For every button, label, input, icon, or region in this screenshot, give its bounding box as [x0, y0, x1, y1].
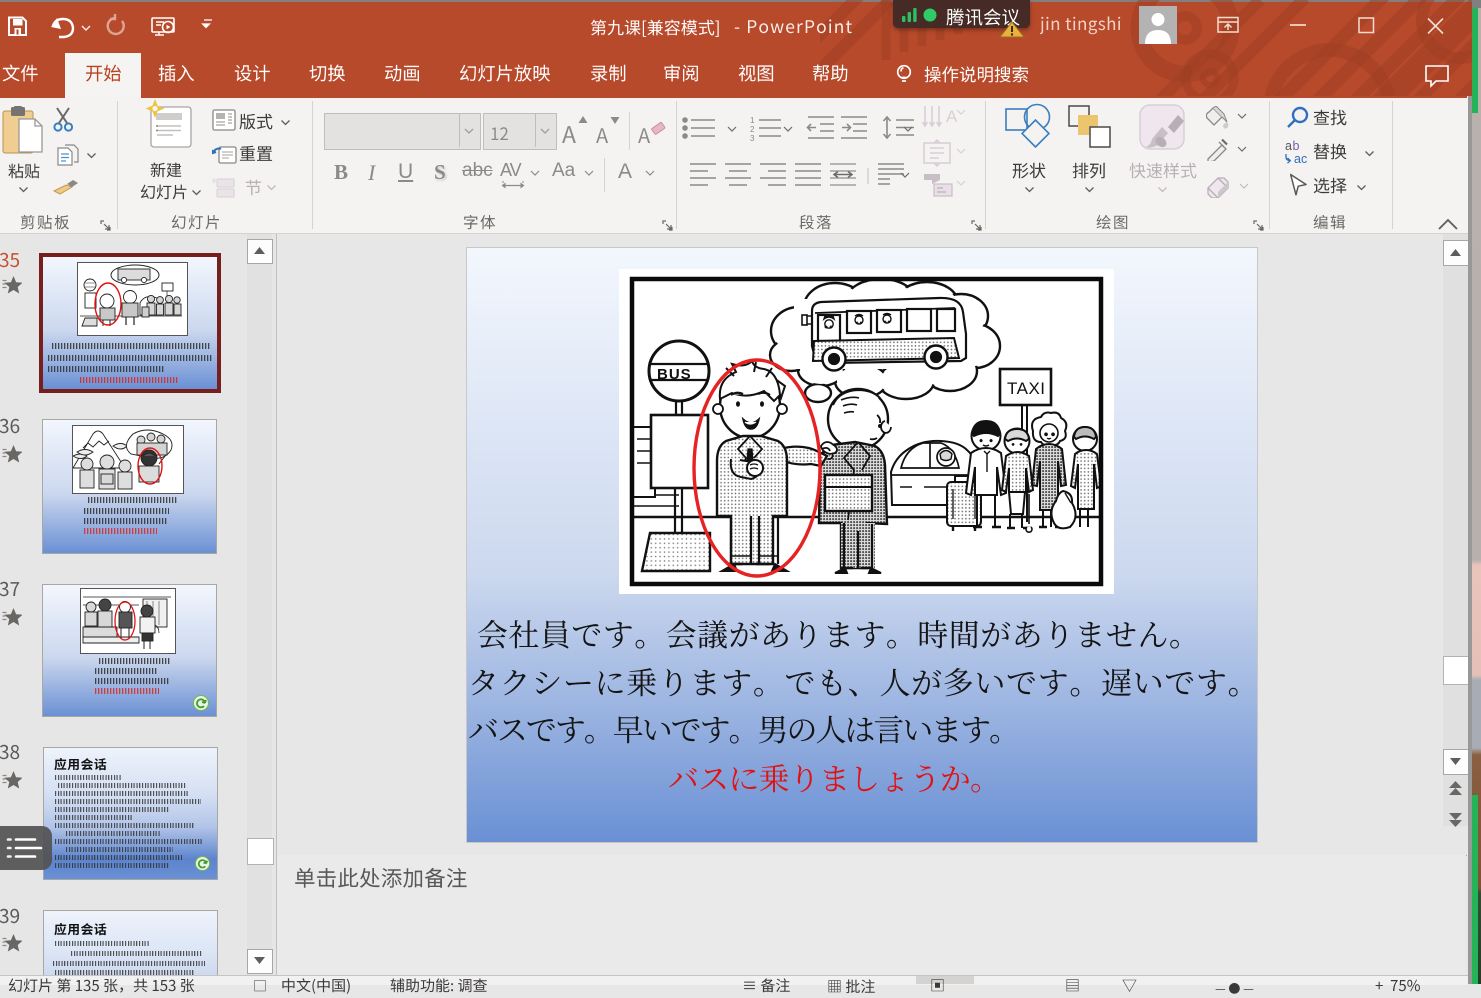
- svg-text:b: b: [1293, 139, 1300, 153]
- svg-text:TAXI: TAXI: [1007, 379, 1046, 398]
- svg-text:BUS: BUS: [657, 366, 692, 383]
- svg-text:3: 3: [750, 134, 755, 143]
- svg-text:ac: ac: [1294, 152, 1307, 165]
- svg-text:a: a: [1285, 139, 1292, 153]
- svg-text:1: 1: [750, 116, 755, 125]
- svg-text:2: 2: [750, 125, 755, 134]
